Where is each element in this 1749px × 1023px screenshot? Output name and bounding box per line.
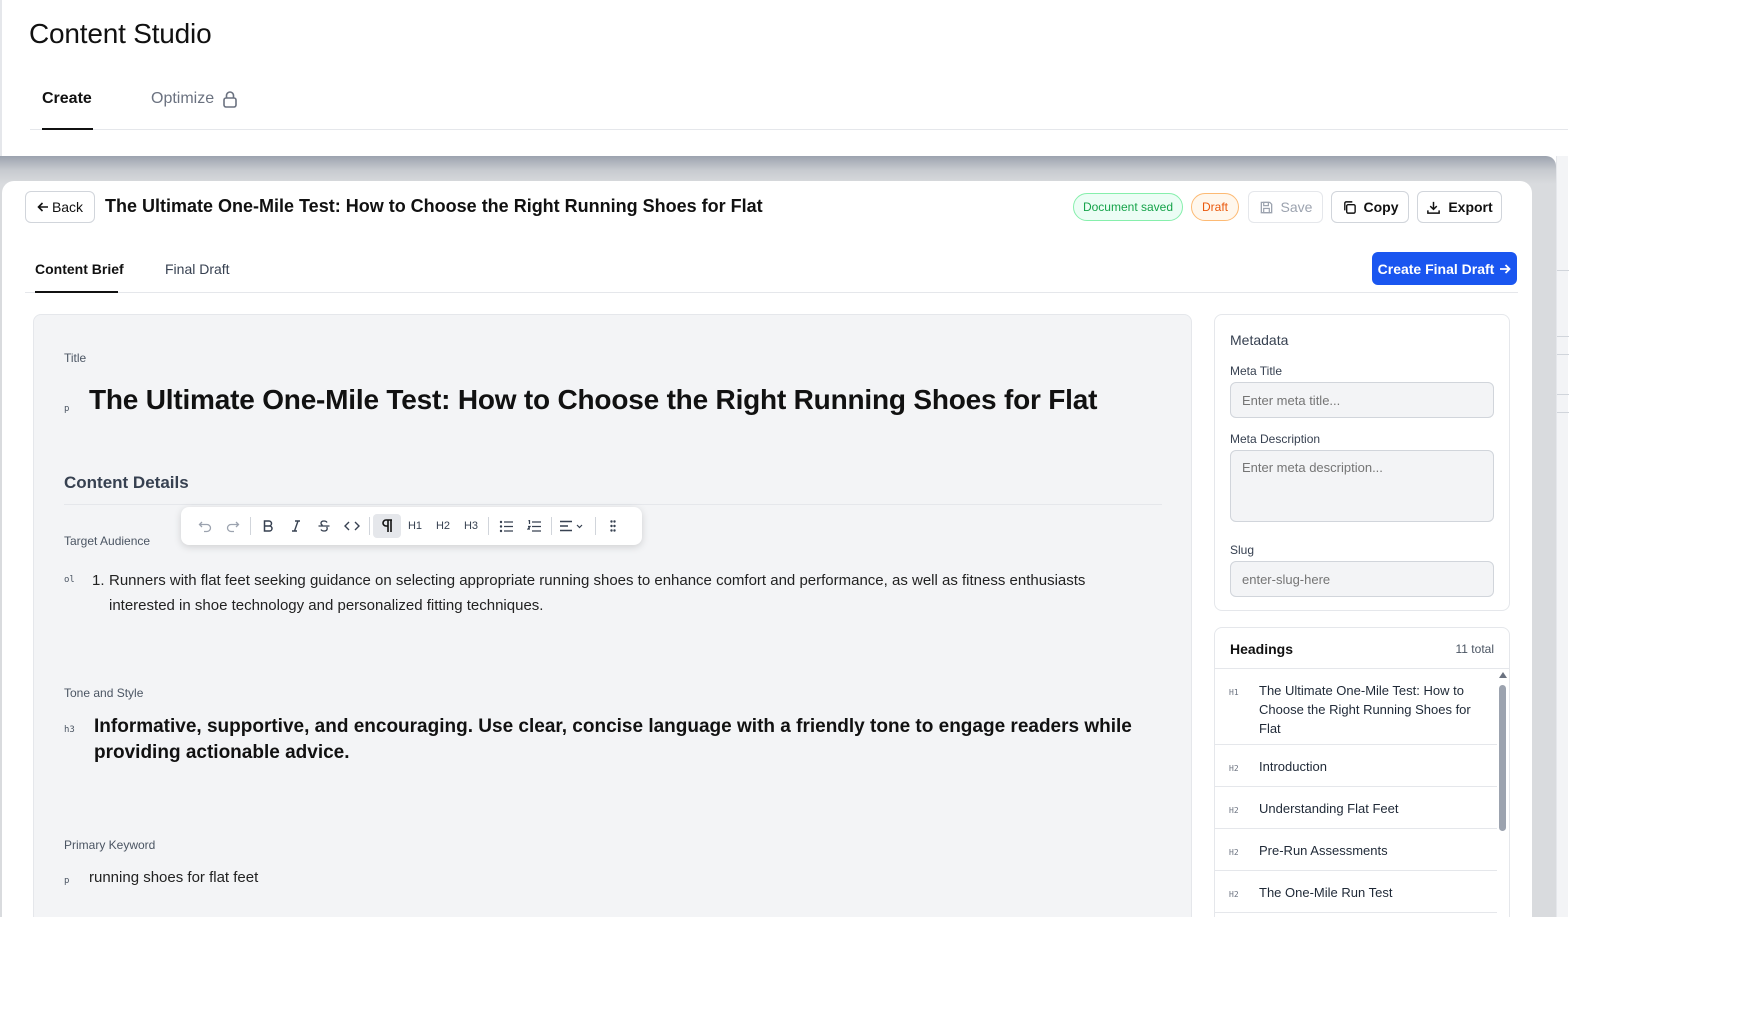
- content-editor-modal: Back The Ultimate One-Mile Test: How to …: [2, 181, 1532, 917]
- content-brief-editor[interactable]: Title p The Ultimate One-Mile Test: How …: [33, 314, 1192, 917]
- heading-3-icon[interactable]: H3: [457, 514, 485, 538]
- drag-handle-icon[interactable]: [599, 514, 627, 538]
- copy-label: Copy: [1363, 199, 1399, 215]
- create-final-draft-label: Create Final Draft: [1377, 260, 1495, 277]
- arrow-right-icon: [1499, 263, 1512, 275]
- tab-optimize-label: Optimize: [151, 90, 215, 107]
- meta-title-label: Meta Title: [1230, 364, 1283, 378]
- status-badge-draft: Draft: [1191, 193, 1239, 221]
- document-tabs: Content Brief Final Draft: [25, 243, 1518, 293]
- heading-item[interactable]: H2 The One-Mile Run Test: [1215, 871, 1497, 913]
- heading-1-icon[interactable]: H1: [401, 514, 429, 538]
- bullet-list-icon[interactable]: [492, 514, 520, 538]
- section-divider: [64, 504, 1162, 505]
- copy-icon: [1342, 200, 1357, 215]
- export-button[interactable]: Export: [1417, 191, 1502, 223]
- heading-level: H2: [1229, 806, 1239, 815]
- node-type-tag: h3: [64, 725, 75, 735]
- meta-title-input[interactable]: [1230, 382, 1494, 418]
- formatting-toolbar: H1 H2 H3: [181, 507, 642, 545]
- headings-list: H1 The Ultimate One-Mile Test: How to Ch…: [1215, 674, 1497, 913]
- scroll-thumb[interactable]: [1499, 685, 1506, 831]
- tab-create[interactable]: Create: [42, 90, 92, 108]
- back-label: Back: [51, 199, 84, 215]
- main-tabs: Create Optimize: [30, 80, 1568, 130]
- tab-final-draft[interactable]: Final Draft: [165, 261, 230, 277]
- headings-title: Headings: [1230, 641, 1294, 657]
- slug-label: Slug: [1230, 543, 1255, 557]
- primary-keyword-label: Primary Keyword: [64, 838, 156, 852]
- status-badge-saved: Document saved: [1073, 193, 1183, 221]
- heading-item[interactable]: H2 Introduction: [1215, 745, 1497, 787]
- headings-count: 11 total: [1455, 642, 1494, 656]
- tone-field[interactable]: Informative, supportive, and encouraging…: [94, 714, 1134, 766]
- list-item-number: 1.: [92, 572, 105, 589]
- left-border: [0, 0, 2, 160]
- active-tab-indicator: [42, 128, 93, 130]
- save-icon: [1259, 200, 1274, 215]
- italic-icon[interactable]: [282, 514, 310, 538]
- metadata-panel: Metadata Meta Title Meta Description Slu…: [1214, 314, 1510, 611]
- scroll-up-arrow-icon[interactable]: [1499, 672, 1507, 678]
- meta-description-label: Meta Description: [1230, 432, 1321, 446]
- primary-keyword-field[interactable]: running shoes for flat feet: [89, 869, 258, 886]
- lock-icon: [222, 90, 238, 108]
- tab-optimize[interactable]: Optimize: [151, 90, 238, 108]
- target-audience-label: Target Audience: [64, 534, 151, 548]
- app-title: Content Studio: [29, 18, 212, 49]
- export-label: Export: [1448, 199, 1493, 215]
- slug-input[interactable]: [1230, 561, 1494, 597]
- node-type-tag: p: [64, 876, 70, 886]
- heading-level: H1: [1229, 688, 1239, 697]
- target-audience-field[interactable]: 1. Runners with flat feet seeking guidan…: [92, 568, 1122, 618]
- bold-icon[interactable]: [254, 514, 282, 538]
- tab-content-brief[interactable]: Content Brief: [35, 261, 124, 277]
- title-label: Title: [64, 351, 87, 365]
- active-subtab-indicator: [35, 291, 118, 293]
- heading-text: Pre-Run Assessments: [1259, 843, 1388, 858]
- target-audience-text: Runners with flat feet seeking guidance …: [109, 572, 1086, 614]
- tone-label: Tone and Style: [64, 686, 144, 700]
- redo-icon[interactable]: [219, 514, 247, 538]
- heading-level: H2: [1229, 764, 1239, 773]
- meta-description-input[interactable]: [1230, 450, 1494, 522]
- undo-icon[interactable]: [191, 514, 219, 538]
- back-button[interactable]: Back: [25, 191, 95, 223]
- metadata-heading: Metadata: [1230, 332, 1289, 348]
- code-icon[interactable]: [338, 514, 366, 538]
- heading-text: Introduction: [1259, 759, 1327, 774]
- section-heading: Content Details: [64, 473, 189, 492]
- save-button[interactable]: Save: [1248, 191, 1323, 223]
- heading-item[interactable]: H2 Understanding Flat Feet: [1215, 787, 1497, 829]
- heading-text: The Ultimate One-Mile Test: How to Choos…: [1259, 683, 1471, 736]
- paragraph-icon[interactable]: [373, 514, 401, 538]
- arrow-left-icon: [37, 201, 49, 213]
- create-final-draft-button[interactable]: Create Final Draft: [1372, 252, 1517, 285]
- heading-item[interactable]: H1 The Ultimate One-Mile Test: How to Ch…: [1215, 674, 1497, 745]
- ordered-list-icon[interactable]: [520, 514, 548, 538]
- download-icon: [1426, 200, 1441, 215]
- headings-scrollbar[interactable]: [1497, 668, 1509, 917]
- heading-2-icon[interactable]: H2: [429, 514, 457, 538]
- title-field[interactable]: The Ultimate One-Mile Test: How to Choos…: [89, 384, 1097, 416]
- strikethrough-icon[interactable]: [310, 514, 338, 538]
- copy-button[interactable]: Copy: [1331, 191, 1409, 223]
- node-type-tag: ol: [64, 575, 75, 585]
- heading-level: H2: [1229, 890, 1239, 899]
- save-label: Save: [1280, 199, 1313, 215]
- node-type-tag: p: [64, 404, 70, 414]
- align-icon[interactable]: [555, 514, 589, 538]
- heading-text: The One-Mile Run Test: [1259, 885, 1393, 900]
- heading-item[interactable]: H2 Pre-Run Assessments: [1215, 829, 1497, 871]
- heading-level: H2: [1229, 848, 1239, 857]
- headings-panel: Headings 11 total H1 The Ultimate One-Mi…: [1214, 627, 1510, 917]
- heading-text: Understanding Flat Feet: [1259, 801, 1399, 816]
- document-title: The Ultimate One-Mile Test: How to Choos…: [105, 196, 763, 216]
- background-page-edge: [1556, 156, 1569, 917]
